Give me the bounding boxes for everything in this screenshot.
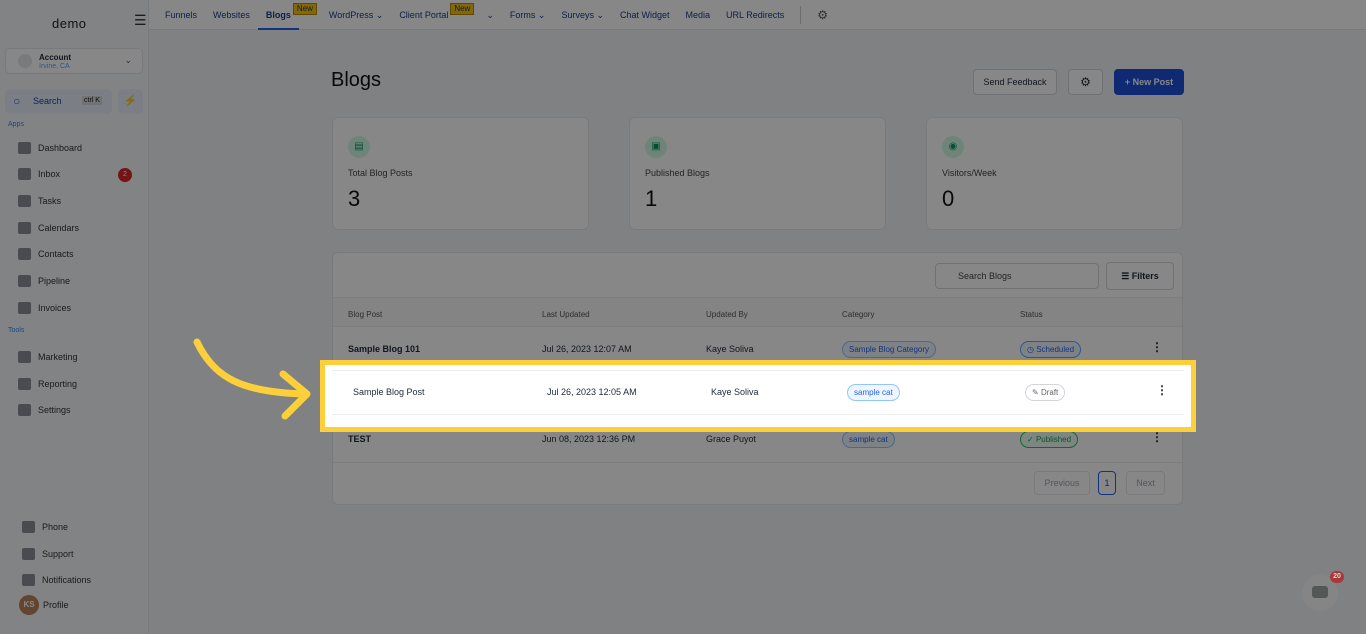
table-row-highlighted[interactable]: Sample Blog Post Jul 26, 2023 12:05 AM K… [332, 370, 1184, 415]
last-updated: Jul 26, 2023 12:05 AM [547, 387, 637, 397]
chat-widget-button[interactable]: 20 [1302, 571, 1344, 611]
blog-title[interactable]: Sample Blog Post [353, 387, 425, 397]
pointer-arrow-icon [193, 338, 311, 420]
chat-count-badge: 20 [1330, 571, 1344, 583]
more-options-icon[interactable]: ⋮ [1156, 383, 1168, 397]
updated-by: Kaye Soliva [711, 387, 759, 397]
highlight-box: Sample Blog Post Jul 26, 2023 12:05 AM K… [320, 360, 1196, 432]
dim-overlay [0, 0, 1366, 634]
category-badge: sample cat [847, 384, 900, 401]
status-text: Draft [1040, 388, 1059, 397]
status-badge: ✎ Draft [1025, 384, 1066, 401]
chat-icon [1312, 586, 1328, 598]
